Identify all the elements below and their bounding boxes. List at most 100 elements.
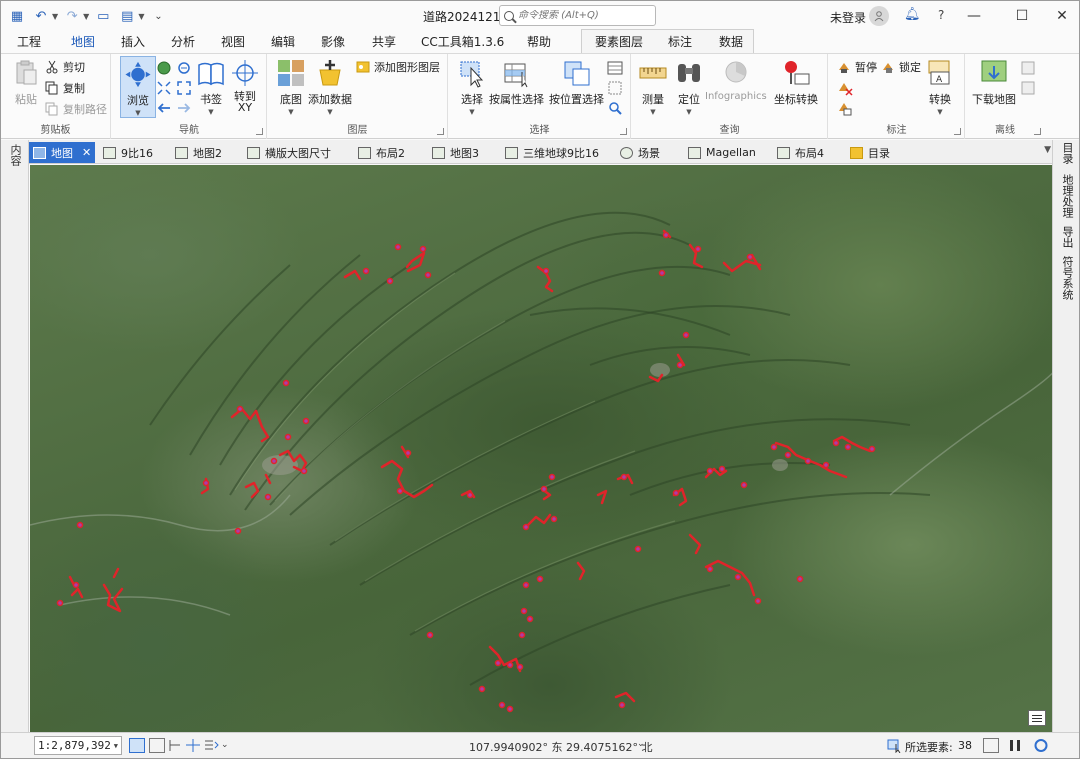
tab-map[interactable]: 地图 <box>68 33 98 55</box>
scale-dropdown[interactable]: 1:2,879,392 ▼ <box>34 736 122 755</box>
full-extent-icon[interactable] <box>156 60 172 76</box>
refresh-icon[interactable] <box>983 738 999 753</box>
tab-project[interactable]: 工程 <box>17 33 41 50</box>
view-tab-magellan[interactable]: Magellan <box>684 142 760 163</box>
add-data-button[interactable]: 添加数据 ▼ <box>308 58 352 116</box>
tab-analysis[interactable]: 分析 <box>171 33 195 50</box>
zoom-to-selection-icon[interactable] <box>607 100 623 116</box>
map-view[interactable] <box>30 165 1052 732</box>
explore-button[interactable]: 浏览 ▼ <box>120 56 156 118</box>
pane-tab-symbology[interactable]: 符号系统 <box>1059 256 1075 300</box>
minimize-button[interactable]: — <box>959 5 989 27</box>
pane-tab-export[interactable]: 导出 <box>1059 226 1075 248</box>
select-by-attributes-button[interactable]: 按属性选择 <box>489 58 544 107</box>
selected-features-count[interactable]: 38 <box>958 739 972 752</box>
select-button[interactable]: 选择 ▼ <box>457 58 487 116</box>
close-button[interactable]: ✕ <box>1047 5 1077 27</box>
dialog-launcher-icon[interactable] <box>437 128 444 135</box>
tab-share[interactable]: 共享 <box>372 33 396 50</box>
lock-labeling-button[interactable]: 锁定 <box>881 58 921 76</box>
project-icon[interactable]: ▦ <box>7 6 27 26</box>
fixed-zoom-icon[interactable] <box>176 60 192 76</box>
chevron-down-icon[interactable]: ▼ <box>1044 145 1051 155</box>
view-unplaced-icon[interactable] <box>837 100 853 116</box>
tab-imagery[interactable]: 影像 <box>321 33 345 50</box>
tab-edit[interactable]: 编辑 <box>271 33 295 50</box>
infographics-button[interactable]: Infographics <box>705 58 767 102</box>
download-map-button[interactable]: 下载地图 <box>972 58 1016 107</box>
table-view-icon[interactable] <box>149 738 165 753</box>
tab-view[interactable]: 视图 <box>221 33 245 50</box>
view-tab-map2[interactable]: 地图2 <box>171 142 226 163</box>
view-tab-landscape[interactable]: 横版大图尺寸 <box>243 142 335 163</box>
chevron-down-icon[interactable]: ▼ <box>83 12 89 21</box>
view-tab-globe[interactable]: 三维地球9比16 <box>501 142 603 163</box>
notification-bell-icon[interactable]: 🔔︎ <box>904 7 921 22</box>
next-extent-icon[interactable] <box>176 100 192 116</box>
remove-labels-icon[interactable] <box>837 80 853 96</box>
redo-icon[interactable]: ↷ <box>62 6 82 26</box>
pause-drawing-icon[interactable] <box>1007 738 1023 753</box>
clear-selection-icon[interactable] <box>607 80 623 96</box>
chevron-down-icon[interactable]: ▼ <box>52 12 58 21</box>
command-search[interactable] <box>499 5 656 26</box>
pane-tab-geoprocessing[interactable]: 地理处理 <box>1059 174 1075 218</box>
drawing-progress-icon[interactable] <box>1033 738 1049 753</box>
pause-labeling-button[interactable]: 暂停 <box>837 58 877 76</box>
undo-icon[interactable]: ↶ <box>31 6 51 26</box>
view-tab-layout4[interactable]: 布局4 <box>773 142 828 163</box>
chevron-down-icon[interactable]: ▼ <box>138 12 144 21</box>
dialog-launcher-icon[interactable] <box>256 128 263 135</box>
basemap-button[interactable]: 底图 ▼ <box>276 58 306 116</box>
selection-tool-icon[interactable] <box>887 738 903 754</box>
dialog-launcher-icon[interactable] <box>954 128 961 135</box>
remove-offline-icon[interactable] <box>1020 80 1036 96</box>
tab-cc-toolbox[interactable]: CC工具箱1.3.6 <box>421 33 504 50</box>
chevron-down-icon[interactable]: ⌄ <box>637 739 645 749</box>
view-tab-map3[interactable]: 地图3 <box>428 142 483 163</box>
view-tab-scene[interactable]: 场景 <box>616 142 664 163</box>
close-icon[interactable]: ✕ <box>82 146 91 159</box>
help-icon[interactable]: ? <box>938 8 944 22</box>
locate-button[interactable]: 定位 ▼ <box>674 58 704 116</box>
contents-pane-strip[interactable]: 内容 <box>1 140 29 732</box>
sync-icon[interactable] <box>1020 60 1036 76</box>
chevron-down-icon[interactable]: ⌄ <box>221 740 229 750</box>
view-tab-map[interactable]: 地图 ✕ <box>29 142 96 163</box>
avatar[interactable] <box>869 6 889 26</box>
map-canvas[interactable] <box>30 165 1052 732</box>
attributes-table-icon[interactable] <box>607 60 623 76</box>
view-tab-catalog[interactable]: 目录 <box>846 142 894 163</box>
tab-help[interactable]: 帮助 <box>527 33 551 50</box>
tab-data[interactable]: 数据 <box>719 33 743 50</box>
copy-button[interactable]: 复制 <box>45 79 85 97</box>
tab-insert[interactable]: 插入 <box>121 33 145 50</box>
dialog-launcher-icon[interactable] <box>1034 128 1041 135</box>
measure-button[interactable]: 测量 ▼ <box>638 58 668 116</box>
copy-path-button[interactable]: 复制路径 <box>45 100 107 118</box>
zoom-out-arrows-icon[interactable] <box>176 80 192 96</box>
convert-labels-button[interactable]: A 转换 ▼ <box>925 58 955 116</box>
view-tab-9by16[interactable]: 9比16 <box>99 142 157 163</box>
grid-view-icon[interactable] <box>129 738 145 753</box>
open-folder-icon[interactable]: ▭ <box>93 6 113 26</box>
select-by-location-button[interactable]: 按位置选择 <box>549 58 604 107</box>
dialog-launcher-icon[interactable] <box>620 128 627 135</box>
zoom-in-arrows-icon[interactable] <box>156 80 172 96</box>
tab-feature-layer[interactable]: 要素图层 <box>595 33 643 50</box>
paste-button[interactable]: 粘贴 <box>11 58 41 107</box>
customize-qat-icon[interactable]: ⌄ <box>148 6 168 26</box>
search-input[interactable] <box>518 10 648 21</box>
tab-labeling[interactable]: 标注 <box>668 33 692 50</box>
navigation-tool-icon[interactable] <box>167 738 183 753</box>
sign-in-label[interactable]: 未登录 <box>830 9 866 26</box>
view-tab-layout2[interactable]: 布局2 <box>354 142 409 163</box>
previous-extent-icon[interactable] <box>156 100 172 116</box>
coordinate-conversion-button[interactable]: 坐标转换 <box>774 58 818 107</box>
maximize-button[interactable]: ☐ <box>1007 5 1037 27</box>
add-graphics-layer-button[interactable]: 添加图形图层 <box>356 58 440 76</box>
goto-xy-button[interactable]: 转到 XY <box>230 58 260 113</box>
cut-button[interactable]: 剪切 <box>45 58 85 76</box>
snapping-icon[interactable] <box>203 738 219 753</box>
layout-icon[interactable]: ▤ <box>117 6 137 26</box>
